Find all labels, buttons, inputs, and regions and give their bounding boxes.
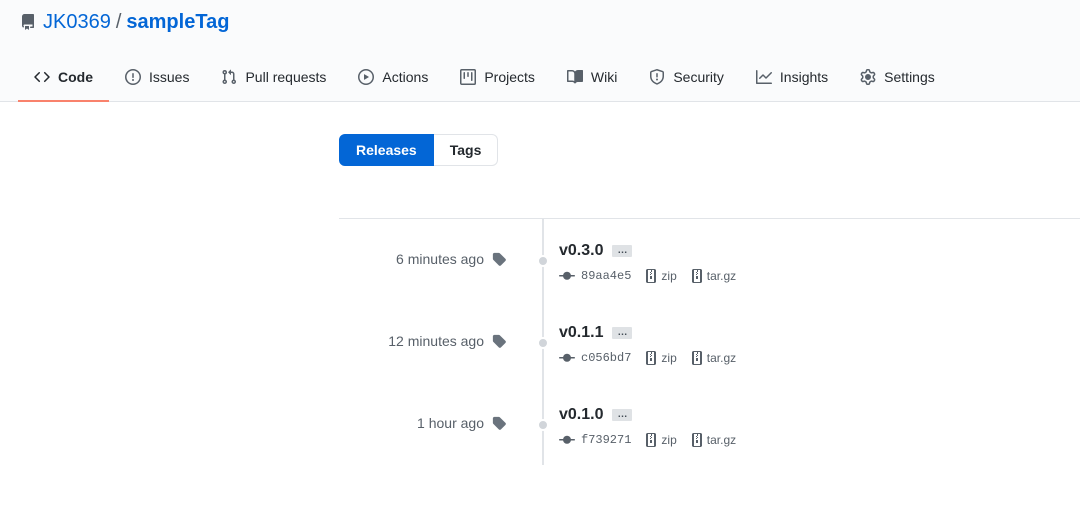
download-zip-link[interactable]: zip: [645, 432, 677, 448]
file-zip-icon: [646, 351, 657, 365]
tab-label: Insights: [779, 69, 829, 85]
targz-label: tar.gz: [706, 351, 737, 365]
tab-label: Wiki: [590, 69, 618, 85]
ellipsis-expander-button[interactable]: …: [612, 245, 633, 257]
tags-subnav-button[interactable]: Tags: [433, 134, 499, 166]
tab-label: Settings: [884, 69, 935, 85]
download-targz-link[interactable]: tar.gz: [691, 268, 736, 284]
releases-tags-subnav: Releases Tags: [339, 134, 499, 166]
tab-label: Projects: [484, 69, 535, 85]
issue-icon: [125, 69, 141, 85]
commit-icon: [559, 435, 575, 444]
tag-row: 12 minutes ago v0.1.1 … c056bd7 zip tar.…: [339, 322, 1080, 382]
commit-icon: [559, 353, 575, 362]
project-icon: [460, 69, 477, 85]
file-zip-icon: [691, 433, 702, 447]
tab-label: Actions: [382, 69, 429, 85]
download-targz-link[interactable]: tar.gz: [691, 432, 736, 448]
zip-label: zip: [661, 351, 677, 365]
tab-security[interactable]: Security: [633, 54, 740, 100]
tag-meta: f739271 zip tar.gz: [559, 432, 736, 448]
zip-label: zip: [661, 269, 677, 283]
ellipsis-expander-button[interactable]: …: [612, 327, 633, 339]
graph-icon: [755, 70, 772, 84]
tab-label: Issues: [149, 69, 190, 85]
tag-icon: [492, 416, 506, 430]
repo-title: JK0369 / sampleTag: [20, 9, 229, 35]
tab-issues[interactable]: Issues: [109, 54, 205, 100]
shield-icon: [650, 69, 665, 85]
commit-icon: [559, 271, 575, 280]
play-icon: [358, 69, 375, 85]
tag-time: 12 minutes ago: [388, 333, 506, 349]
tag-name-line: v0.3.0 …: [559, 240, 633, 262]
file-zip-icon: [646, 269, 657, 283]
tab-pull-requests[interactable]: Pull requests: [205, 54, 342, 100]
timeline-dot: [537, 419, 549, 431]
file-zip-icon: [691, 351, 702, 365]
repo-tabs: Code Issues Pull requests Actions Projec…: [18, 54, 951, 102]
download-targz-link[interactable]: tar.gz: [691, 350, 736, 366]
tag-time: 1 hour ago: [417, 415, 506, 431]
tag-name-link[interactable]: v0.1.1: [559, 324, 603, 342]
repo-header: JK0369 / sampleTag Code Issues Pull requ…: [0, 0, 1080, 102]
tab-actions[interactable]: Actions: [342, 54, 444, 100]
relative-time: 12 minutes ago: [388, 333, 484, 349]
tag-row: 6 minutes ago v0.3.0 … 89aa4e5 zip tar.g…: [339, 240, 1080, 300]
tag-meta: c056bd7 zip tar.gz: [559, 350, 736, 366]
relative-time: 1 hour ago: [417, 415, 484, 431]
tab-label: Pull requests: [245, 69, 327, 85]
gear-icon: [860, 69, 876, 85]
zip-label: zip: [661, 433, 677, 447]
timeline-dot: [537, 255, 549, 267]
commit-sha-link[interactable]: 89aa4e5: [581, 269, 631, 283]
file-zip-icon: [691, 269, 702, 283]
relative-time: 6 minutes ago: [396, 251, 484, 267]
ellipsis-expander-button[interactable]: …: [612, 409, 633, 421]
tag-meta: 89aa4e5 zip tar.gz: [559, 268, 736, 284]
tab-code[interactable]: Code: [18, 54, 109, 102]
targz-label: tar.gz: [706, 433, 737, 447]
download-zip-link[interactable]: zip: [645, 350, 677, 366]
tag-time: 6 minutes ago: [396, 251, 506, 267]
repo-owner-link[interactable]: JK0369: [43, 11, 111, 34]
file-zip-icon: [646, 433, 657, 447]
tag-name-link[interactable]: v0.3.0: [559, 242, 603, 260]
tab-wiki[interactable]: Wiki: [551, 54, 633, 100]
download-zip-link[interactable]: zip: [645, 268, 677, 284]
pull-request-icon: [222, 69, 237, 85]
commit-sha-link[interactable]: f739271: [581, 433, 631, 447]
list-divider: [339, 218, 1080, 219]
tag-name-line: v0.1.1 …: [559, 322, 633, 344]
tab-label: Security: [673, 69, 724, 85]
tag-icon: [492, 252, 506, 266]
repo-name-link[interactable]: sampleTag: [126, 11, 229, 34]
book-icon: [566, 69, 583, 84]
tag-row: 1 hour ago v0.1.0 … f739271 zip tar.gz: [339, 404, 1080, 464]
tab-insights[interactable]: Insights: [740, 54, 844, 100]
code-icon: [34, 71, 50, 83]
timeline-dot: [537, 337, 549, 349]
tag-name-line: v0.1.0 …: [559, 404, 633, 426]
commit-sha-link[interactable]: c056bd7: [581, 351, 631, 365]
path-separator: /: [115, 10, 122, 33]
tab-label: Code: [58, 69, 93, 85]
targz-label: tar.gz: [706, 269, 737, 283]
repo-icon: [20, 14, 36, 30]
tag-icon: [492, 334, 506, 348]
releases-subnav-button[interactable]: Releases: [339, 134, 434, 166]
tag-name-link[interactable]: v0.1.0: [559, 406, 603, 424]
tab-settings[interactable]: Settings: [844, 54, 951, 100]
tab-projects[interactable]: Projects: [444, 54, 551, 100]
